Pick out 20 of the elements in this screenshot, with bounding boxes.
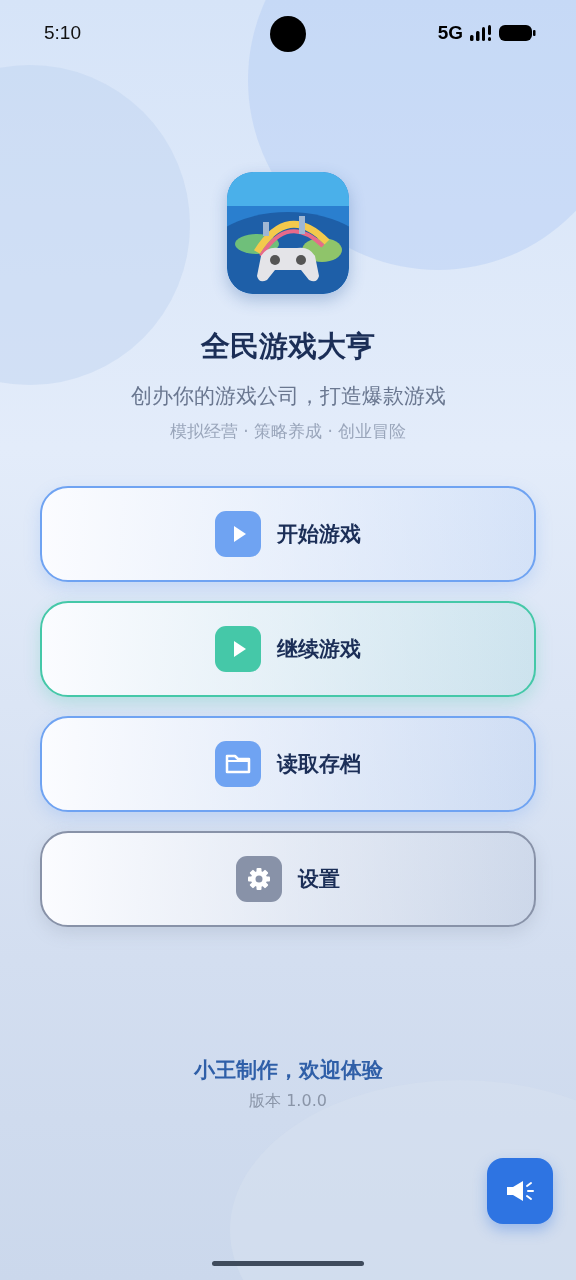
menu-button[interactable]: 开始游戏: [40, 486, 536, 582]
menu-button[interactable]: 继续游戏: [40, 601, 536, 697]
announcement-button[interactable]: [487, 1158, 553, 1224]
version-text: 版本 1.0.0: [249, 1090, 327, 1112]
app-title: 全民游戏大亨: [201, 328, 375, 364]
network-type: 5G: [437, 22, 463, 44]
play-icon: [215, 626, 261, 672]
play-icon: [215, 511, 261, 557]
signal-icon: [470, 24, 492, 42]
camera-hole: [270, 16, 306, 52]
battery-icon: [499, 24, 536, 42]
subtitle: 创办你的游戏公司，打造爆款游戏: [130, 383, 446, 410]
menu-button[interactable]: 读取存档: [40, 716, 536, 812]
folder-icon: [215, 741, 261, 787]
settings-icon: [236, 856, 282, 902]
status-time: 5:10: [44, 22, 81, 44]
megaphone-icon: [505, 1178, 535, 1204]
menu-button[interactable]: 设置: [40, 831, 536, 927]
genre-tags: 模拟经营 · 策略养成 · 创业冒险: [169, 420, 407, 442]
credit-text: 小王制作，欢迎体验: [193, 1057, 383, 1084]
